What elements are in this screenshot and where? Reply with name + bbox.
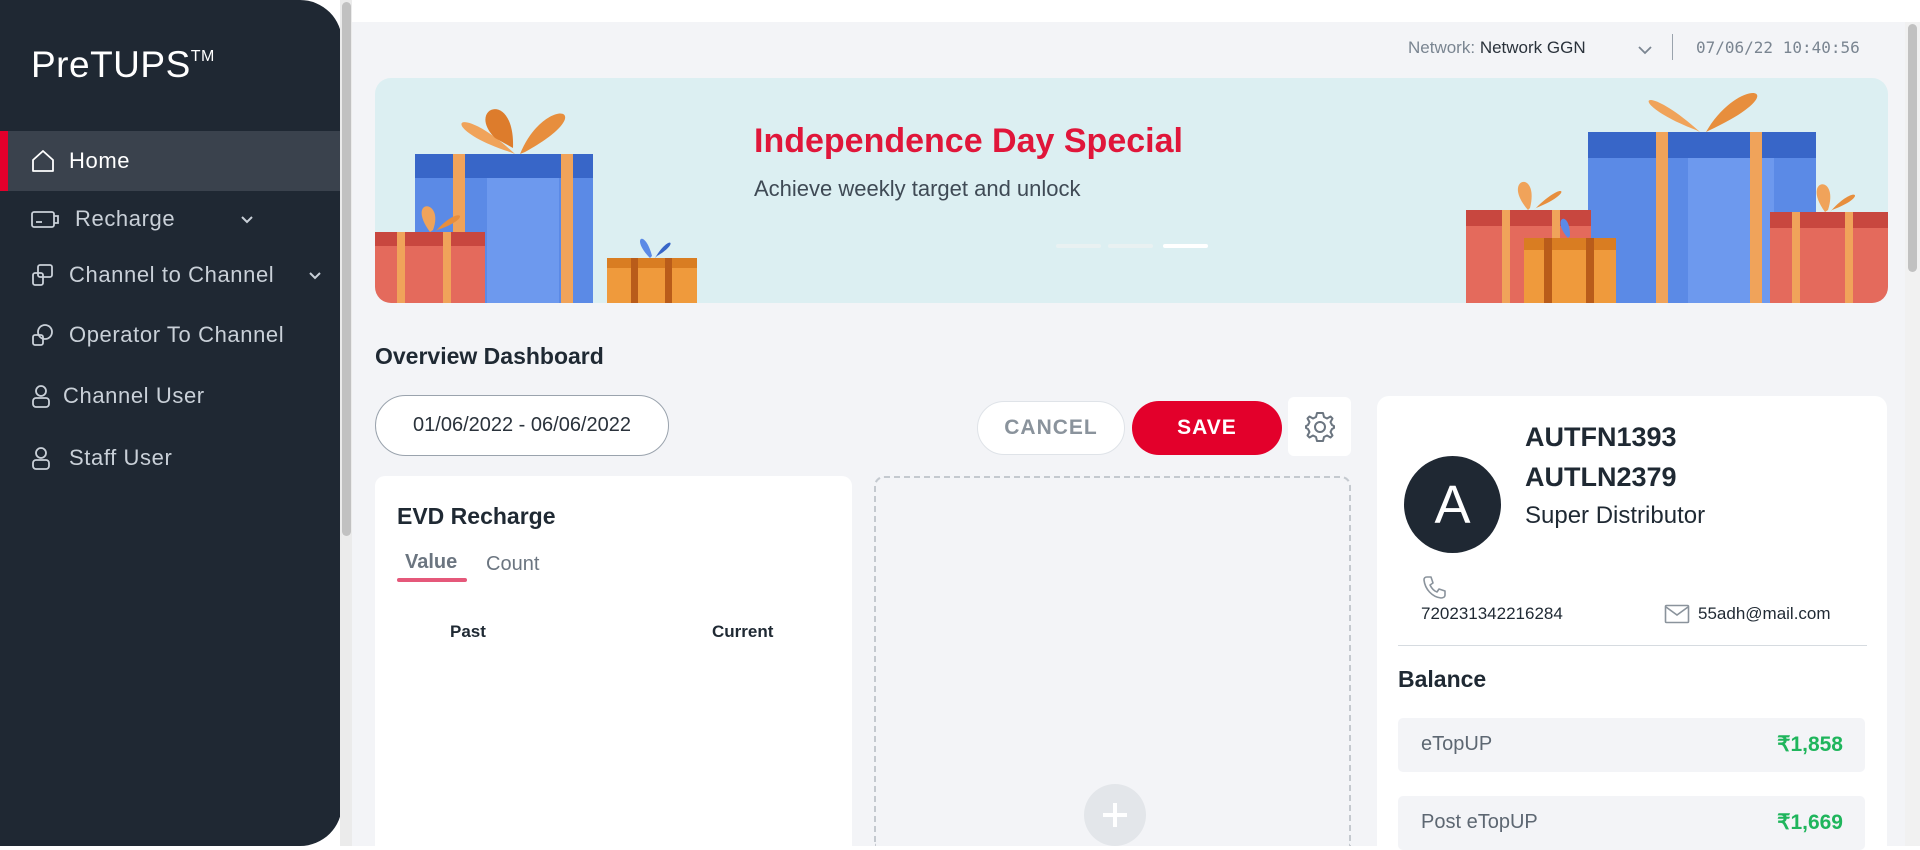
network-selector[interactable]: Network: Network GGN	[1408, 38, 1586, 58]
promo-banner[interactable]: Independence Day Special Achieve weekly …	[375, 78, 1888, 303]
profile-email: 55adh@mail.com	[1698, 604, 1831, 623]
logo-text: PreTUPS	[31, 44, 191, 85]
network-value: Network GGN	[1479, 38, 1586, 57]
tab-count[interactable]: Count	[486, 553, 539, 576]
column-header-past: Past	[450, 622, 486, 641]
user-icon	[32, 447, 50, 470]
cancel-button[interactable]: CANCEL	[977, 401, 1125, 455]
carousel-dot-3-active[interactable]	[1163, 244, 1208, 248]
sidebar-item-operator-to-channel[interactable]: Operator To Channel	[0, 305, 342, 365]
avatar[interactable]: A	[1404, 456, 1501, 553]
page-scrollbar-thumb[interactable]	[1908, 24, 1917, 272]
card-title: EVD Recharge	[397, 503, 556, 529]
profile-card: A AUTFN1393 AUTLN2379 Super Distributor …	[1377, 396, 1887, 850]
chevron-down-icon[interactable]	[1636, 41, 1654, 59]
save-button-label: SAVE	[1177, 416, 1237, 439]
balance-title: Balance	[1398, 666, 1487, 692]
gear-icon	[1304, 411, 1335, 442]
sidebar-scrollbar-thumb[interactable]	[342, 2, 351, 536]
carousel-dot-2[interactable]	[1108, 244, 1153, 248]
mail-icon	[1664, 604, 1690, 624]
profile-last-name: AUTLN2379	[1525, 462, 1677, 492]
recharge-card-icon	[31, 211, 59, 228]
column-header-current: Current	[712, 622, 774, 641]
sidebar-item-label: Home	[69, 148, 131, 173]
chevron-down-icon[interactable]	[307, 267, 323, 283]
active-tab-indicator	[397, 578, 467, 582]
sidebar-item-label: Recharge	[75, 206, 176, 231]
phone-icon	[1423, 576, 1446, 599]
sidebar-item-label: Channel User	[63, 383, 205, 408]
profile-phone: 720231342216284	[1421, 604, 1563, 623]
sidebar-item-label: Operator To Channel	[69, 322, 285, 347]
app-logo[interactable]: PreTUPSTM	[31, 44, 215, 86]
balance-label: eTopUP	[1421, 733, 1493, 755]
sidebar: PreTUPSTM Home Recharge Channel to Chann…	[0, 0, 342, 846]
add-widget-button[interactable]	[1084, 784, 1146, 846]
datetime-display: 07/06/22 10:40:56	[1696, 38, 1860, 57]
network-label: Network:	[1408, 38, 1476, 57]
divider	[1398, 645, 1867, 646]
tab-value[interactable]: Value	[405, 551, 457, 574]
logo-trademark: TM	[190, 48, 215, 65]
balance-row: Post eTopUP ₹1,669	[1398, 796, 1865, 850]
balance-label: Post eTopUP	[1421, 811, 1538, 833]
evd-recharge-card: EVD Recharge Value Count Past Current	[375, 476, 852, 846]
date-range-picker[interactable]: 01/06/2022 - 06/06/2022	[375, 395, 669, 456]
profile-role: Super Distributor	[1525, 502, 1706, 529]
operator-transfer-icon	[32, 324, 53, 346]
sidebar-item-label: Channel to Channel	[69, 262, 275, 287]
balance-value: ₹1,858	[1777, 733, 1843, 756]
settings-button[interactable]	[1288, 397, 1351, 456]
plus-icon	[1103, 803, 1127, 827]
add-widget-placeholder[interactable]	[874, 476, 1351, 846]
banner-title: Independence Day Special	[754, 122, 1183, 160]
sidebar-item-staff-user[interactable]: Staff User	[0, 428, 342, 488]
sidebar-item-channel-user[interactable]: Channel User	[0, 366, 342, 426]
sidebar-item-channel-to-channel[interactable]: Channel to Channel	[0, 245, 342, 305]
channel-transfer-icon	[32, 264, 53, 286]
user-icon	[32, 385, 50, 408]
gift-boxes-illustration	[375, 109, 697, 303]
sidebar-item-home[interactable]: Home	[0, 131, 342, 191]
page-title: Overview Dashboard	[375, 343, 604, 369]
date-range-value: 01/06/2022 - 06/06/2022	[413, 414, 631, 436]
topbar-divider	[1672, 34, 1673, 60]
banner-subtitle: Achieve weekly target and unlock	[754, 176, 1081, 201]
profile-first-name: AUTFN1393	[1525, 422, 1677, 452]
balance-row: eTopUP ₹1,858	[1398, 718, 1865, 772]
gift-boxes-illustration	[1466, 92, 1888, 303]
save-button[interactable]: SAVE	[1132, 401, 1282, 455]
cancel-button-label: CANCEL	[1004, 416, 1098, 439]
carousel-dot-1[interactable]	[1056, 244, 1101, 248]
balance-value: ₹1,669	[1777, 811, 1843, 834]
sidebar-item-label: Staff User	[69, 445, 173, 470]
chevron-down-icon[interactable]	[239, 211, 255, 227]
home-icon	[32, 150, 54, 172]
sidebar-item-recharge[interactable]: Recharge	[0, 189, 342, 249]
